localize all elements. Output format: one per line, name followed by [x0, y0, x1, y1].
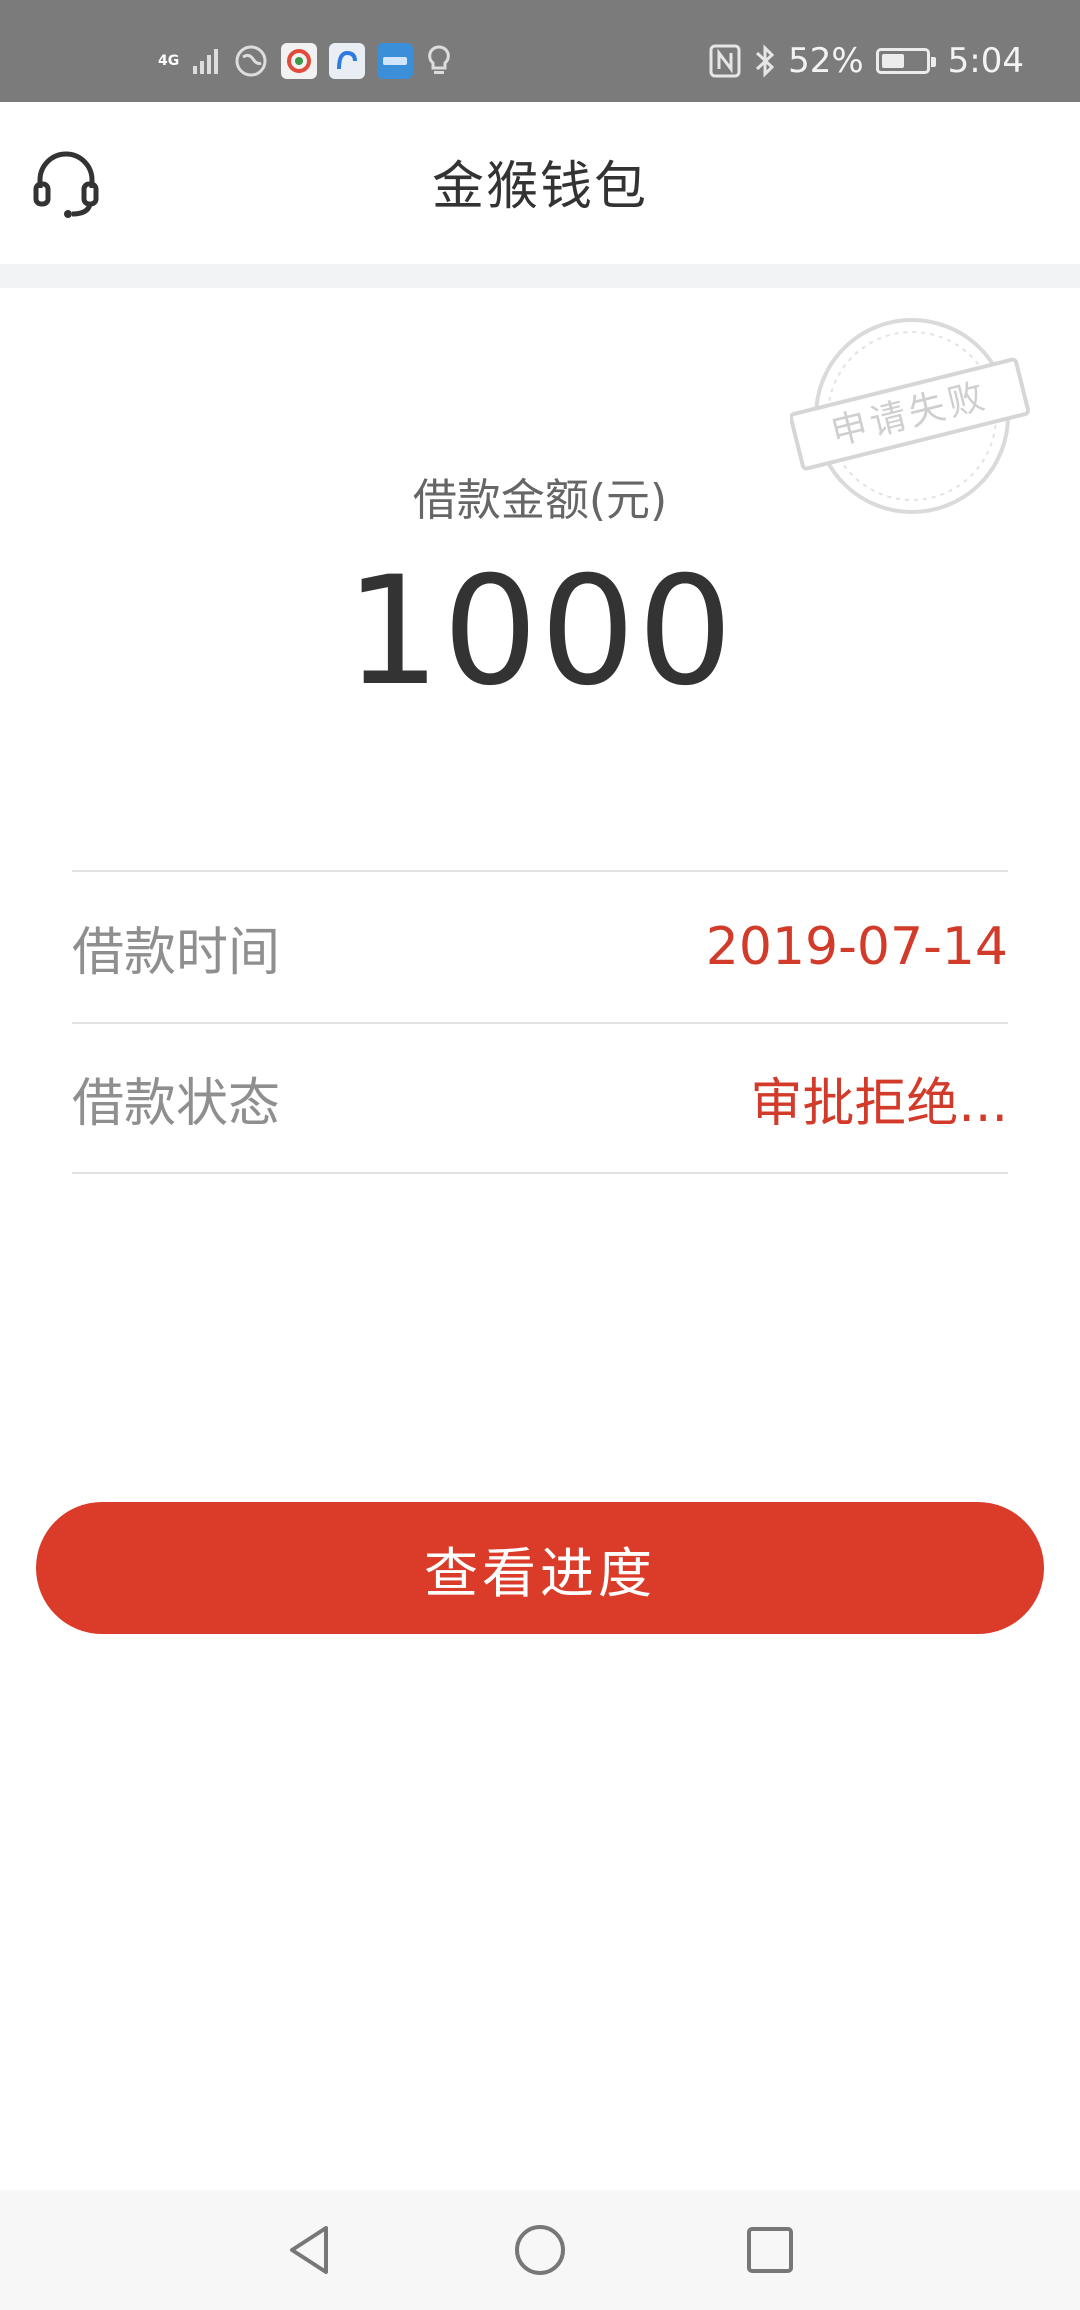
clock: 5:04 [947, 41, 1024, 81]
page-title: 金猴钱包 [431, 157, 648, 217]
app-icon-1 [281, 43, 318, 79]
bulb-icon [428, 45, 451, 74]
network-type-top: 4G [158, 52, 180, 69]
view-progress-button[interactable]: 查看进度 [36, 1502, 1044, 1634]
battery-fill [881, 54, 904, 68]
status-right-icons: 52% 5:04 [708, 36, 1024, 86]
recents-icon[interactable] [742, 2222, 798, 2278]
loan-time-label: 借款时间 [72, 922, 281, 983]
signal-bars-icon [193, 49, 219, 74]
battery-percent: 52% [788, 41, 864, 81]
status-left-icons: 4G [158, 38, 453, 84]
app-icon-2 [329, 43, 366, 79]
loan-amount-label: 借款金额(元) [412, 475, 668, 526]
bluetooth-icon [756, 44, 775, 78]
header-divider [0, 264, 1080, 288]
loan-status-label: 借款状态 [72, 1073, 281, 1134]
loan-status-value: 审批拒绝... [750, 1073, 1008, 1134]
globe-icon [235, 45, 267, 77]
loan-status-row: 借款状态 审批拒绝... [72, 1022, 1008, 1174]
signal-icon: 4G [158, 52, 180, 69]
home-icon[interactable] [512, 2222, 568, 2278]
status-bar: 4G 52% 5:04 [0, 0, 1080, 102]
app-header: 金猴钱包 [0, 102, 1080, 264]
back-icon[interactable] [282, 2222, 338, 2278]
loan-time-row: 借款时间 2019-07-14 [72, 870, 1008, 1022]
system-navigation-bar [0, 2190, 1080, 2310]
nfc-icon [709, 44, 741, 78]
app-icon-3 [377, 43, 414, 79]
loan-amount-value: 1000 [345, 545, 735, 719]
loan-time-value: 2019-07-14 [705, 917, 1008, 977]
battery-icon [875, 48, 936, 74]
